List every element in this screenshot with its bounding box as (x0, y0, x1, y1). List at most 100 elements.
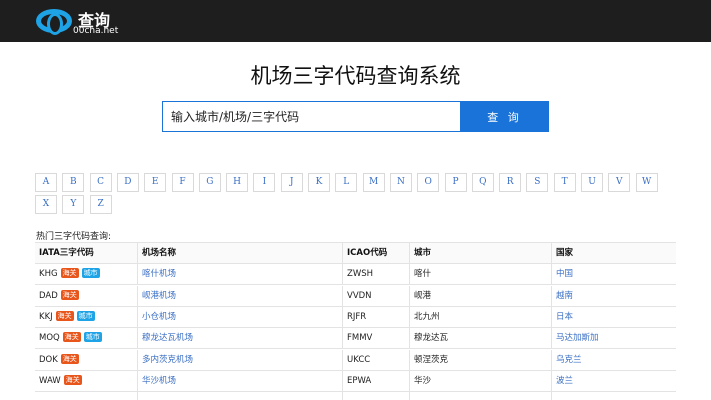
letter-link-q[interactable]: Q (471, 173, 494, 192)
column-divider (551, 306, 552, 328)
icao-code: UKCC (347, 354, 371, 365)
letter-link-b[interactable]: B (62, 173, 85, 192)
column-divider (137, 306, 138, 328)
letter-link-i[interactable]: I (253, 173, 276, 192)
letter-link-m[interactable]: M (362, 173, 385, 192)
page-title: 机场三字代码查询系统 (250, 64, 461, 88)
iata-code: WAW (39, 375, 61, 386)
letter-link-c[interactable]: C (89, 173, 112, 192)
airport-name-link[interactable]: 多内茨克机场 (142, 355, 193, 365)
country-link[interactable]: 乌克兰 (556, 355, 582, 365)
column-divider (137, 370, 138, 392)
column-divider (137, 349, 138, 371)
city-badge: 城市 (81, 268, 100, 279)
search-input[interactable] (162, 101, 460, 132)
letter-link-a[interactable]: A (35, 173, 57, 192)
site-logo[interactable]: 查询 00cha.net (36, 7, 118, 37)
column-divider (137, 328, 138, 350)
letter-link-d[interactable]: D (116, 173, 139, 192)
table-row: KHG 海关 城市 喀什机场 ZWSH 喀什 中国 (35, 264, 676, 286)
icao-code: VVDN (347, 290, 372, 301)
table-row: MOQ 海关 城市 穆龙达瓦机场 FMMV 穆龙达瓦 马达加斯加 (35, 328, 676, 350)
letter-link-v[interactable]: V (608, 173, 631, 192)
column-divider (342, 306, 343, 328)
column-divider (409, 328, 410, 350)
airport-table: IATA三字代码 机场名称 ICAO代码 城市 国家 KHG 海关 城市 喀什机场 ZWSH 喀什中… (35, 242, 676, 400)
column-divider (342, 328, 343, 350)
column-divider (342, 370, 343, 392)
table-row: KKJ 海关 城市 小仓机场 RJFR 北九州 日本 (35, 306, 676, 328)
airport-name-cell: 岘港机场 (142, 286, 176, 307)
airport-name-link[interactable]: 穆龙达瓦机场 (142, 333, 193, 343)
country-link[interactable]: 越南 (556, 291, 573, 301)
letter-link-k[interactable]: K (308, 173, 330, 192)
column-divider (342, 349, 343, 371)
column-divider (137, 392, 138, 400)
country-link[interactable]: 日本 (556, 312, 573, 322)
country-link[interactable]: 中国 (556, 269, 573, 279)
airport-name-link[interactable]: 小仓机场 (142, 312, 176, 322)
column-divider (137, 285, 138, 307)
letter-link-n[interactable]: N (389, 173, 412, 192)
column-header: 机场名称 (142, 248, 177, 258)
iata-code: KKJ (39, 311, 53, 322)
column-divider (551, 264, 552, 286)
icao-code-cell: VVDN (347, 286, 372, 307)
city-name: 北九州 (414, 311, 440, 322)
iata-code: DAD (39, 290, 58, 301)
letter-link-f[interactable]: F (171, 173, 194, 192)
hot-codes-label: 热门三字代码查询: (36, 232, 112, 242)
column-divider (551, 243, 552, 264)
letter-link-y[interactable]: Y (62, 195, 85, 214)
country-cell: 波兰 (556, 371, 573, 392)
country-link[interactable]: 波兰 (556, 376, 573, 386)
letter-link-x[interactable]: X (35, 195, 57, 214)
icao-code-cell: FMMV (347, 328, 372, 349)
letter-link-r[interactable]: R (499, 173, 522, 192)
column-divider (551, 328, 552, 350)
column-divider (551, 285, 552, 307)
icao-code: EPWA (347, 375, 372, 386)
table-row: WAW 海关 华沙机场 EPWA 华沙 波兰 (35, 370, 676, 392)
letter-link-o[interactable]: O (417, 173, 440, 192)
icao-code: RJFR (347, 311, 367, 322)
airport-name-link[interactable]: 岘港机场 (142, 291, 176, 301)
city-name-cell: 北九州 (414, 307, 440, 328)
letter-link-s[interactable]: S (526, 173, 549, 192)
city-name: 穆龙达瓦 (414, 333, 449, 344)
letter-link-g[interactable]: G (198, 173, 221, 192)
customs-badge: 海关 (60, 353, 79, 364)
letter-link-l[interactable]: L (335, 173, 358, 192)
airport-name-cell: 多内茨克机场 (142, 350, 193, 371)
letter-link-t[interactable]: T (553, 173, 576, 192)
iata-cell: DAD 海关 (39, 286, 79, 307)
column-divider (342, 243, 343, 264)
iata-code: DOK (39, 354, 58, 365)
airport-name-cell: 小仓机场 (142, 307, 176, 328)
letter-link-e[interactable]: E (144, 173, 167, 192)
column-divider (409, 285, 410, 307)
airport-name-cell: 华沙机场 (142, 371, 176, 392)
airport-name-link[interactable]: 喀什机场 (142, 269, 176, 279)
country-link[interactable]: 马达加斯加 (556, 333, 599, 343)
city-name: 岘港 (414, 290, 432, 301)
search-button[interactable]: 查 询 (460, 101, 549, 132)
table-header-row: IATA三字代码 机场名称 ICAO代码 城市 国家 (35, 243, 676, 264)
airport-name-link[interactable]: 华沙机场 (142, 376, 176, 386)
icao-code: ZWSH (347, 269, 374, 280)
city-name-cell: 华沙 (414, 371, 431, 392)
column-header: IATA三字代码 (39, 248, 94, 258)
column-divider (409, 370, 410, 392)
column-divider (409, 306, 410, 328)
column-divider (409, 349, 410, 371)
letter-link-j[interactable]: J (280, 173, 303, 192)
letter-link-z[interactable]: Z (89, 195, 112, 214)
airport-name-cell: 穆龙达瓦机场 (142, 328, 193, 349)
column-divider (409, 243, 410, 264)
letter-link-w[interactable]: W (635, 173, 658, 192)
letter-link-u[interactable]: U (581, 173, 603, 192)
icao-code-cell: EPWA (347, 371, 371, 392)
city-badge: 城市 (83, 332, 102, 343)
letter-link-p[interactable]: P (444, 173, 467, 192)
letter-link-h[interactable]: H (226, 173, 249, 192)
